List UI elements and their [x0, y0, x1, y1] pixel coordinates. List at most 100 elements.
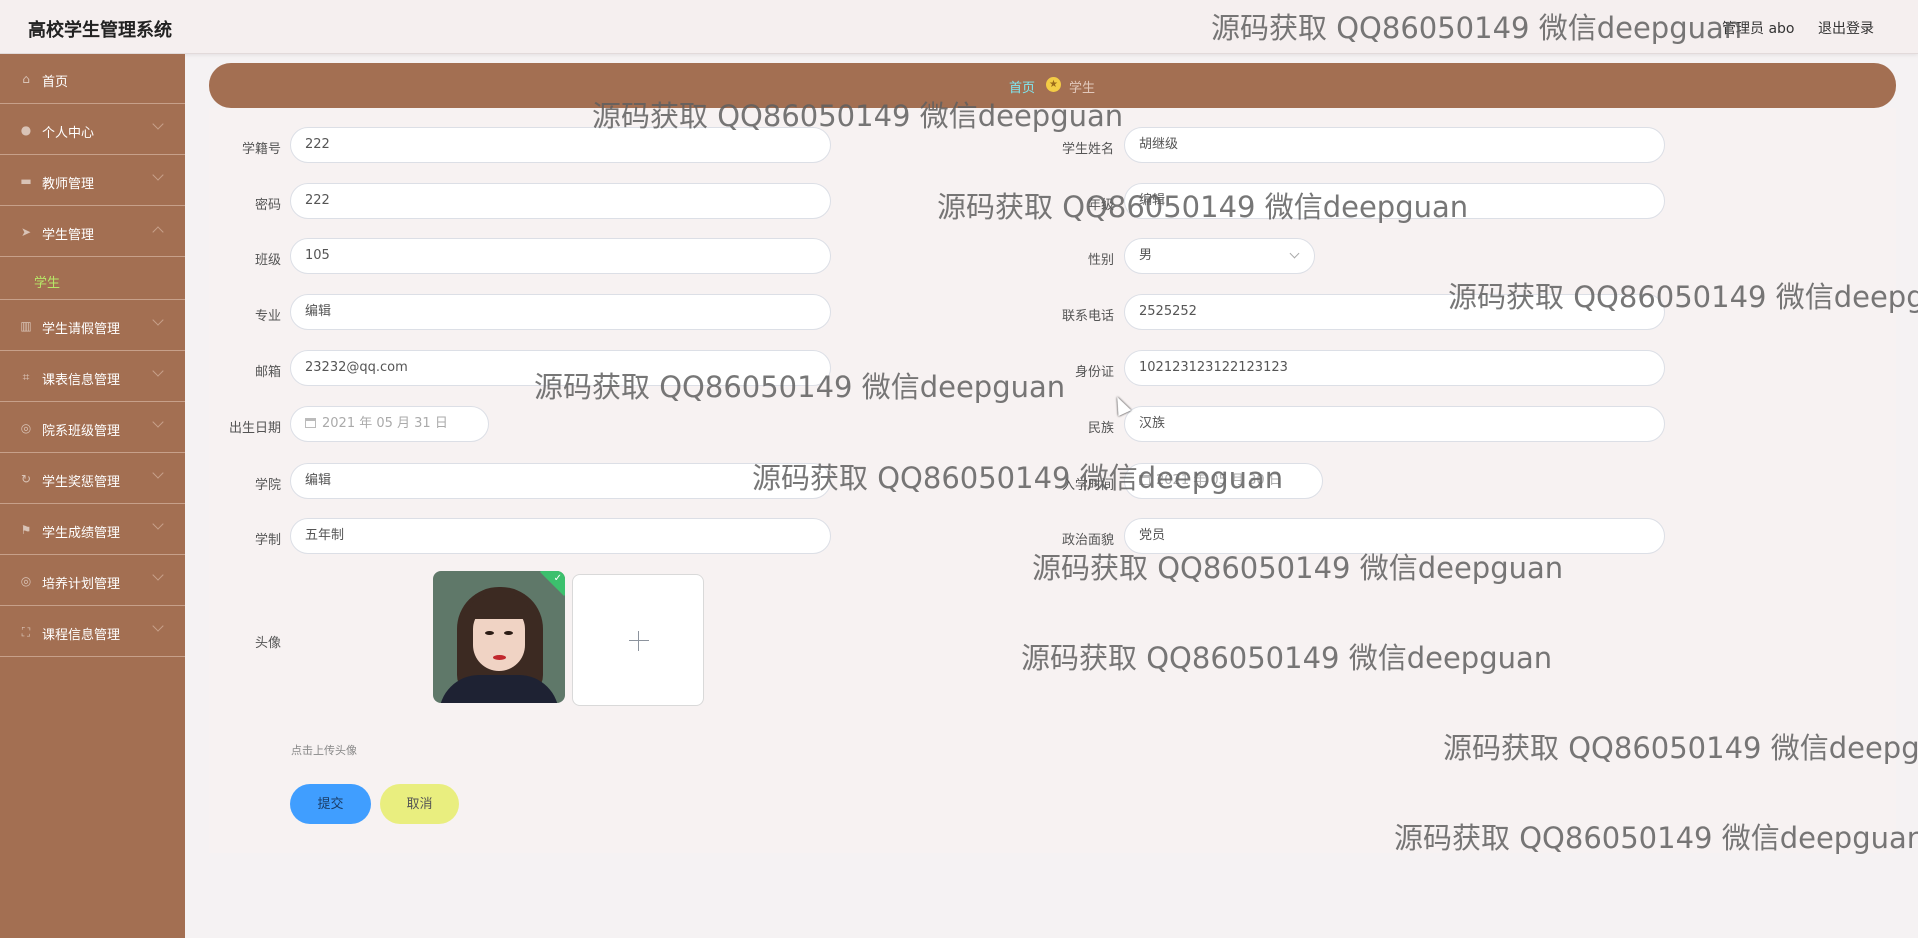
sidebar-item-grades[interactable]: ⚑ 学生成绩管理 [0, 505, 185, 555]
political-input[interactable]: 党员 [1124, 518, 1665, 554]
breadcrumb-home[interactable]: 首页 [1009, 77, 1035, 96]
birth-date-value: 2021 年 05 月 31 日 [322, 416, 448, 431]
student-no-input[interactable]: 222 [290, 127, 831, 163]
sidebar-item-label: 首页 [42, 75, 69, 90]
duration-label: 学制 [254, 533, 281, 548]
birth-date-label: 出生日期 [228, 421, 281, 436]
avatar-eye [485, 631, 494, 635]
sidebar-item-courses[interactable]: ⛶ 课程信息管理 [0, 607, 185, 657]
major-label: 专业 [254, 309, 281, 324]
chevron-down-icon [152, 416, 164, 428]
gender-label: 性别 [1087, 253, 1114, 268]
fullscreen-icon: ⛶ [21, 625, 31, 639]
chevron-down-icon [152, 467, 164, 479]
upload-tip: 点击上传头像 [291, 744, 357, 757]
ethnicity-label: 民族 [1087, 421, 1114, 436]
duration-input[interactable]: 五年制 [290, 518, 831, 554]
sidebar-subitem-label: 学生 [34, 276, 61, 291]
name-input[interactable]: 胡继级 [1124, 127, 1665, 163]
calendar-icon [1139, 475, 1150, 485]
password-label: 密码 [254, 198, 281, 213]
chart-icon: ▥ [20, 319, 32, 333]
avatar-thumbnail[interactable]: ✓ [433, 571, 565, 703]
birth-date-picker[interactable]: 2021 年 05 月 31 日 [290, 406, 489, 442]
chevron-down-icon [152, 314, 164, 326]
political-label: 政治面貌 [1061, 533, 1114, 548]
avatar-lips [493, 655, 506, 660]
sidebar-subitem-student[interactable]: 学生 [0, 254, 185, 300]
email-input[interactable]: 23232@qq.com [290, 350, 831, 386]
ethnicity-input[interactable]: 汉族 [1124, 406, 1665, 442]
user-icon: ● [20, 123, 32, 137]
sidebar-item-home[interactable]: ⌂ 首页 [0, 54, 185, 104]
top-bar: 高校学生管理系统 管理员 abo 退出登录 [0, 0, 1918, 54]
refresh-icon: ↻ [20, 472, 32, 486]
chevron-down-icon [152, 569, 164, 581]
admin-label: 管理员 abo [1722, 21, 1795, 37]
sidebar-item-label: 学生成绩管理 [42, 526, 121, 541]
globe-icon: ◎ [20, 574, 32, 588]
student-no-label: 学籍号 [241, 142, 281, 157]
email-label: 邮箱 [254, 365, 281, 380]
sidebar-item-label: 学生管理 [42, 228, 95, 243]
phone-label: 联系电话 [1061, 309, 1114, 324]
check-icon: ✓ [553, 573, 562, 584]
phone-input[interactable]: 2525252 [1124, 294, 1665, 330]
chevron-down-icon [152, 118, 164, 130]
enroll-date-picker[interactable]: 2021 年 05 月 30 日 [1124, 463, 1323, 499]
class-input[interactable]: 105 [290, 238, 831, 274]
avatar-label: 头像 [254, 636, 281, 651]
crop-icon: ⌗ [22, 370, 30, 384]
sidebar-item-label: 学生请假管理 [42, 322, 121, 337]
sidebar-item-label: 院系班级管理 [42, 424, 121, 439]
flag-icon: ⚑ [20, 523, 32, 537]
enroll-date-label: 入学时间 [1061, 478, 1114, 493]
sidebar-item-label: 课表信息管理 [42, 373, 121, 388]
gender-select[interactable]: 男 [1124, 238, 1315, 274]
password-input[interactable]: 222 [290, 183, 831, 219]
sidebar-item-departments[interactable]: ◎ 院系班级管理 [0, 403, 185, 453]
major-input[interactable]: 编辑 [290, 294, 831, 330]
cancel-button[interactable]: 取消 [380, 784, 459, 824]
calendar-icon [305, 418, 316, 428]
breadcrumb: 首页 ★ 学生 [209, 63, 1896, 108]
app-title: 高校学生管理系统 [28, 20, 172, 41]
chevron-down-icon [152, 169, 164, 181]
breadcrumb-current: 学生 [1069, 81, 1096, 96]
sidebar: ⌂ 首页 ● 个人中心 ▬ 教师管理 ➤ 学生管理 学生 ▥ 学生请假管理 ⌗ … [0, 54, 185, 938]
plus-icon [638, 631, 639, 651]
plus-icon [629, 640, 649, 641]
sidebar-item-label: 课程信息管理 [42, 628, 121, 643]
sidebar-item-label: 培养计划管理 [42, 577, 121, 592]
college-input[interactable]: 编辑 [290, 463, 831, 499]
id-card-input[interactable]: 102123123122123123 [1124, 350, 1665, 386]
chevron-down-icon [152, 620, 164, 632]
sidebar-item-teachers[interactable]: ▬ 教师管理 [0, 156, 185, 206]
briefcase-icon: ▬ [20, 174, 32, 188]
sidebar-item-leave[interactable]: ▥ 学生请假管理 [0, 301, 185, 351]
avatar-upload-button[interactable] [572, 574, 704, 706]
logout-link[interactable]: 退出登录 [1818, 18, 1874, 38]
id-card-label: 身份证 [1074, 365, 1114, 380]
sidebar-item-label: 个人中心 [42, 126, 95, 141]
submit-button[interactable]: 提交 [290, 784, 371, 824]
globe-icon: ◎ [20, 421, 32, 435]
sidebar-item-label: 教师管理 [42, 177, 95, 192]
sidebar-item-timetable[interactable]: ⌗ 课表信息管理 [0, 352, 185, 402]
sidebar-item-personal-center[interactable]: ● 个人中心 [0, 105, 185, 155]
grade-label: 年级 [1087, 198, 1114, 213]
gender-value: 男 [1139, 248, 1153, 263]
home-icon: ⌂ [22, 72, 30, 86]
college-label: 学院 [254, 478, 281, 493]
sidebar-item-training-plan[interactable]: ◎ 培养计划管理 [0, 556, 185, 606]
star-icon: ★ [1046, 77, 1061, 92]
name-label: 学生姓名 [1061, 142, 1114, 157]
enroll-date-value: 2021 年 05 月 30 日 [1156, 473, 1282, 488]
chevron-down-icon [152, 518, 164, 530]
sidebar-item-rewards[interactable]: ↻ 学生奖惩管理 [0, 454, 185, 504]
avatar-eye [504, 631, 513, 635]
send-icon: ➤ [20, 225, 32, 239]
sidebar-item-students[interactable]: ➤ 学生管理 [0, 207, 185, 257]
grade-input[interactable]: 编辑 [1124, 183, 1665, 219]
chevron-up-icon [152, 226, 164, 238]
